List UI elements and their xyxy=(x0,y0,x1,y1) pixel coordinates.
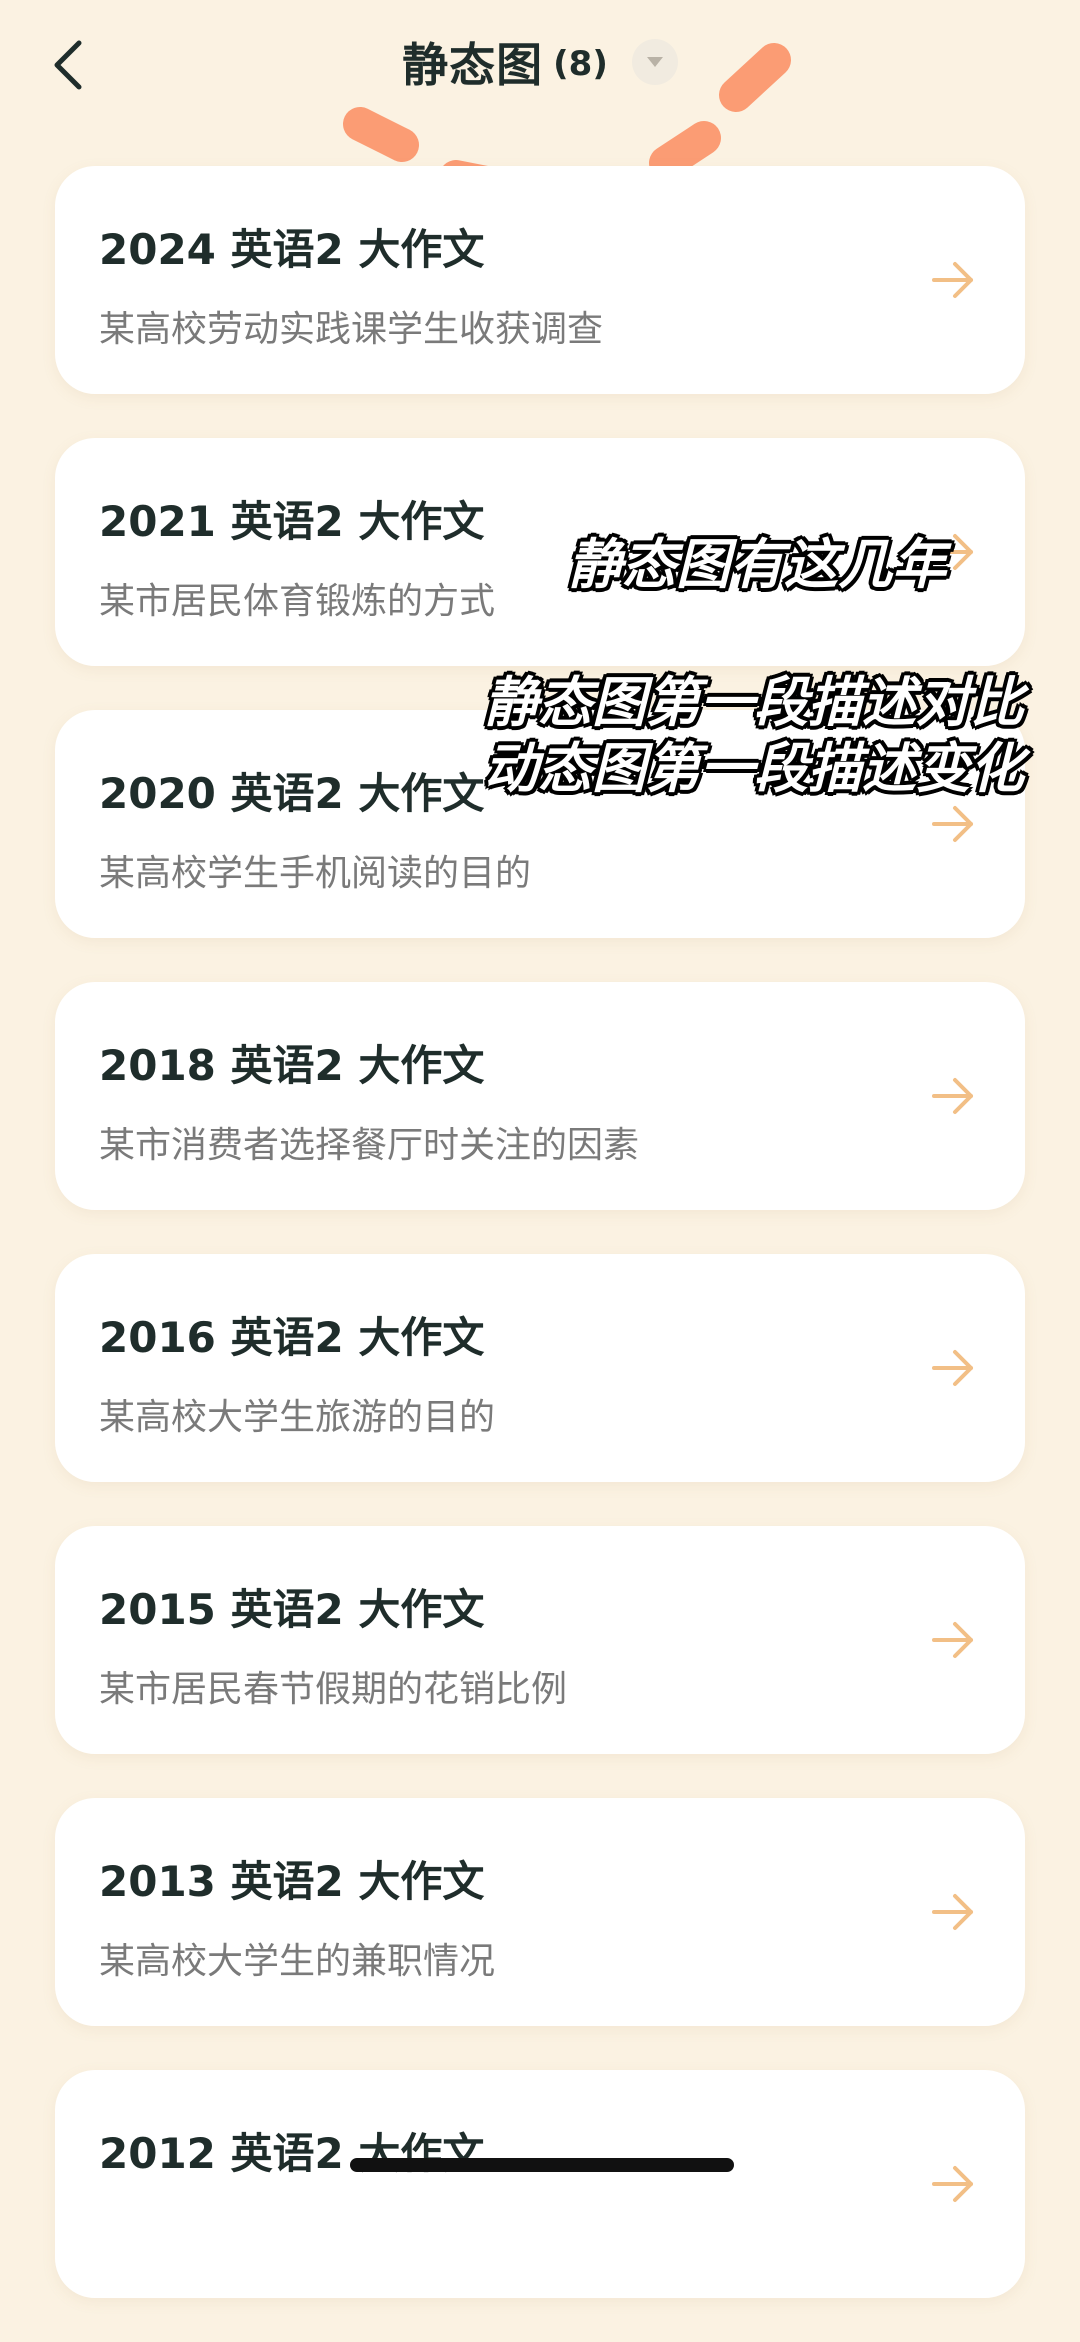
header-bar: 静态图 (8) xyxy=(0,0,1080,150)
dropdown-button[interactable] xyxy=(631,39,678,85)
item-subtitle: 某高校学生手机阅读的目的 xyxy=(99,853,532,894)
list-item[interactable]: 2013 英语2 大作文 某高校大学生的兼职情况 xyxy=(55,1798,1025,2026)
title-group: 静态图 (8) xyxy=(0,30,1080,94)
item-title: 2015 英语2 大作文 xyxy=(99,1585,485,1634)
item-title: 2024 英语2 大作文 xyxy=(99,225,485,274)
item-title: 2021 英语2 大作文 xyxy=(99,497,485,546)
item-count: (8) xyxy=(553,44,608,84)
item-subtitle: 某高校大学生的兼职情况 xyxy=(99,1941,496,1982)
arrow-right-icon xyxy=(921,792,985,856)
list-item[interactable]: 2018 英语2 大作文 某市消费者选择餐厅时关注的因素 xyxy=(55,982,1025,1210)
list-item[interactable]: 2016 英语2 大作文 某高校大学生旅游的目的 xyxy=(55,1254,1025,1482)
overlay-caption-static: 静态图第一段描述对比 xyxy=(484,671,1024,734)
item-subtitle: 某市消费者选择餐厅时关注的因素 xyxy=(99,1125,640,1166)
item-subtitle: 某高校大学生旅游的目的 xyxy=(99,1397,496,1438)
home-indicator[interactable] xyxy=(350,2158,734,2172)
item-subtitle: 某市居民春节假期的花销比例 xyxy=(99,1669,568,1710)
overlay-caption-dynamic: 动态图第一段描述变化 xyxy=(484,737,1024,800)
item-title: 2020 英语2 大作文 xyxy=(99,769,485,818)
item-subtitle: 某市居民体育锻炼的方式 xyxy=(99,581,496,622)
list-item[interactable]: 2012 英语2 大作文 xyxy=(55,2070,1025,2298)
item-subtitle: 某高校劳动实践课学生收获调查 xyxy=(99,309,604,350)
list-item[interactable]: 2015 英语2 大作文 某市居民春节假期的花销比例 xyxy=(55,1526,1025,1754)
item-title: 2013 英语2 大作文 xyxy=(99,1857,485,1906)
arrow-right-icon xyxy=(921,1336,985,1400)
page-title: 静态图 xyxy=(402,38,544,92)
arrow-right-icon xyxy=(921,2152,985,2216)
essay-list: 2024 英语2 大作文 某高校劳动实践课学生收获调查 2021 英语2 大作文… xyxy=(55,166,1025,2342)
arrow-right-icon xyxy=(921,1064,985,1128)
overlay-caption-years: 静态图有这几年 xyxy=(568,533,946,596)
item-title: 2018 英语2 大作文 xyxy=(99,1041,485,1090)
arrow-right-icon xyxy=(921,1608,985,1672)
caret-down-icon xyxy=(646,57,663,67)
list-item[interactable]: 2024 英语2 大作文 某高校劳动实践课学生收获调查 xyxy=(55,166,1025,394)
arrow-right-icon xyxy=(921,1880,985,1944)
item-title: 2016 英语2 大作文 xyxy=(99,1313,485,1362)
arrow-right-icon xyxy=(921,248,985,312)
